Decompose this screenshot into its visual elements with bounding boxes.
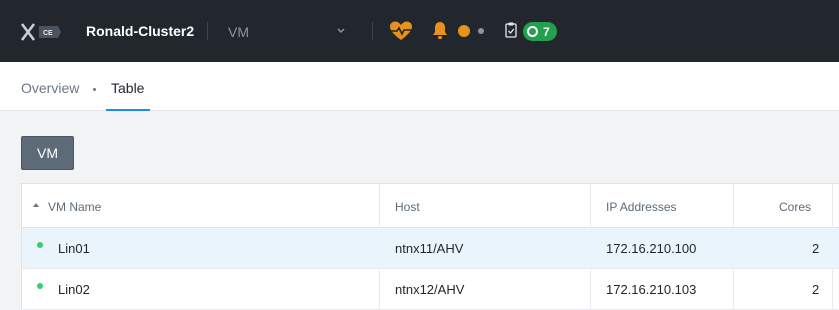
heart-pulse-icon[interactable] bbox=[389, 21, 413, 41]
column-header-host[interactable]: Host bbox=[395, 200, 420, 214]
ip-cell: 172.16.210.100 bbox=[606, 241, 697, 256]
sort-ascending-icon[interactable] bbox=[33, 203, 39, 207]
table-row[interactable]: Lin01 ntnx11/AHV 172.16.210.100 2 bbox=[22, 228, 839, 269]
tasks-badge[interactable]: 7 bbox=[523, 22, 557, 41]
column-header-ip-addresses[interactable]: IP Addresses bbox=[606, 200, 677, 214]
tab-separator bbox=[93, 88, 96, 91]
table-row[interactable]: Lin02 ntnx12/AHV 172.16.210.103 2 bbox=[22, 269, 839, 310]
top-navigation-bar: CE Ronald-Cluster2 VM 7 bbox=[0, 0, 839, 62]
bell-icon[interactable] bbox=[432, 21, 448, 40]
table-header: VM Name Host IP Addresses Cores bbox=[22, 184, 839, 228]
host-cell: ntnx12/AHV bbox=[395, 282, 465, 297]
view-tabs: Overview Table bbox=[0, 62, 839, 111]
host-cell: ntnx11/AHV bbox=[395, 241, 464, 256]
cores-cell: 2 bbox=[812, 282, 820, 297]
tasks-count: 7 bbox=[543, 24, 550, 39]
chevron-down-icon[interactable] bbox=[335, 26, 347, 36]
event-status-dot[interactable] bbox=[478, 28, 484, 34]
active-tab-indicator bbox=[106, 109, 150, 111]
power-on-status-dot bbox=[37, 242, 43, 248]
vm-name-cell[interactable]: Lin01 bbox=[58, 241, 90, 256]
header-divider bbox=[207, 22, 208, 40]
clipboard-check-icon[interactable] bbox=[505, 22, 517, 38]
tab-table[interactable]: Table bbox=[111, 80, 144, 96]
running-tasks-icon bbox=[527, 26, 538, 37]
vm-button[interactable]: VM bbox=[21, 136, 74, 170]
entity-selector[interactable]: VM bbox=[228, 24, 249, 40]
logo-badge: CE bbox=[43, 30, 53, 37]
alert-status-dot[interactable] bbox=[458, 25, 470, 37]
power-on-status-dot bbox=[37, 283, 43, 289]
header-divider bbox=[372, 22, 373, 40]
cores-cell: 2 bbox=[812, 241, 820, 256]
column-header-vm-name[interactable]: VM Name bbox=[48, 200, 101, 214]
vm-table: VM Name Host IP Addresses Cores Lin01 nt… bbox=[21, 183, 839, 310]
vm-name-cell[interactable]: Lin02 bbox=[58, 282, 90, 297]
ip-cell: 172.16.210.103 bbox=[606, 282, 697, 297]
tab-overview[interactable]: Overview bbox=[21, 80, 79, 96]
cluster-name[interactable]: Ronald-Cluster2 bbox=[86, 23, 194, 39]
column-header-cores[interactable]: Cores bbox=[779, 200, 811, 214]
nutanix-x-logo-icon[interactable]: CE bbox=[20, 22, 62, 42]
